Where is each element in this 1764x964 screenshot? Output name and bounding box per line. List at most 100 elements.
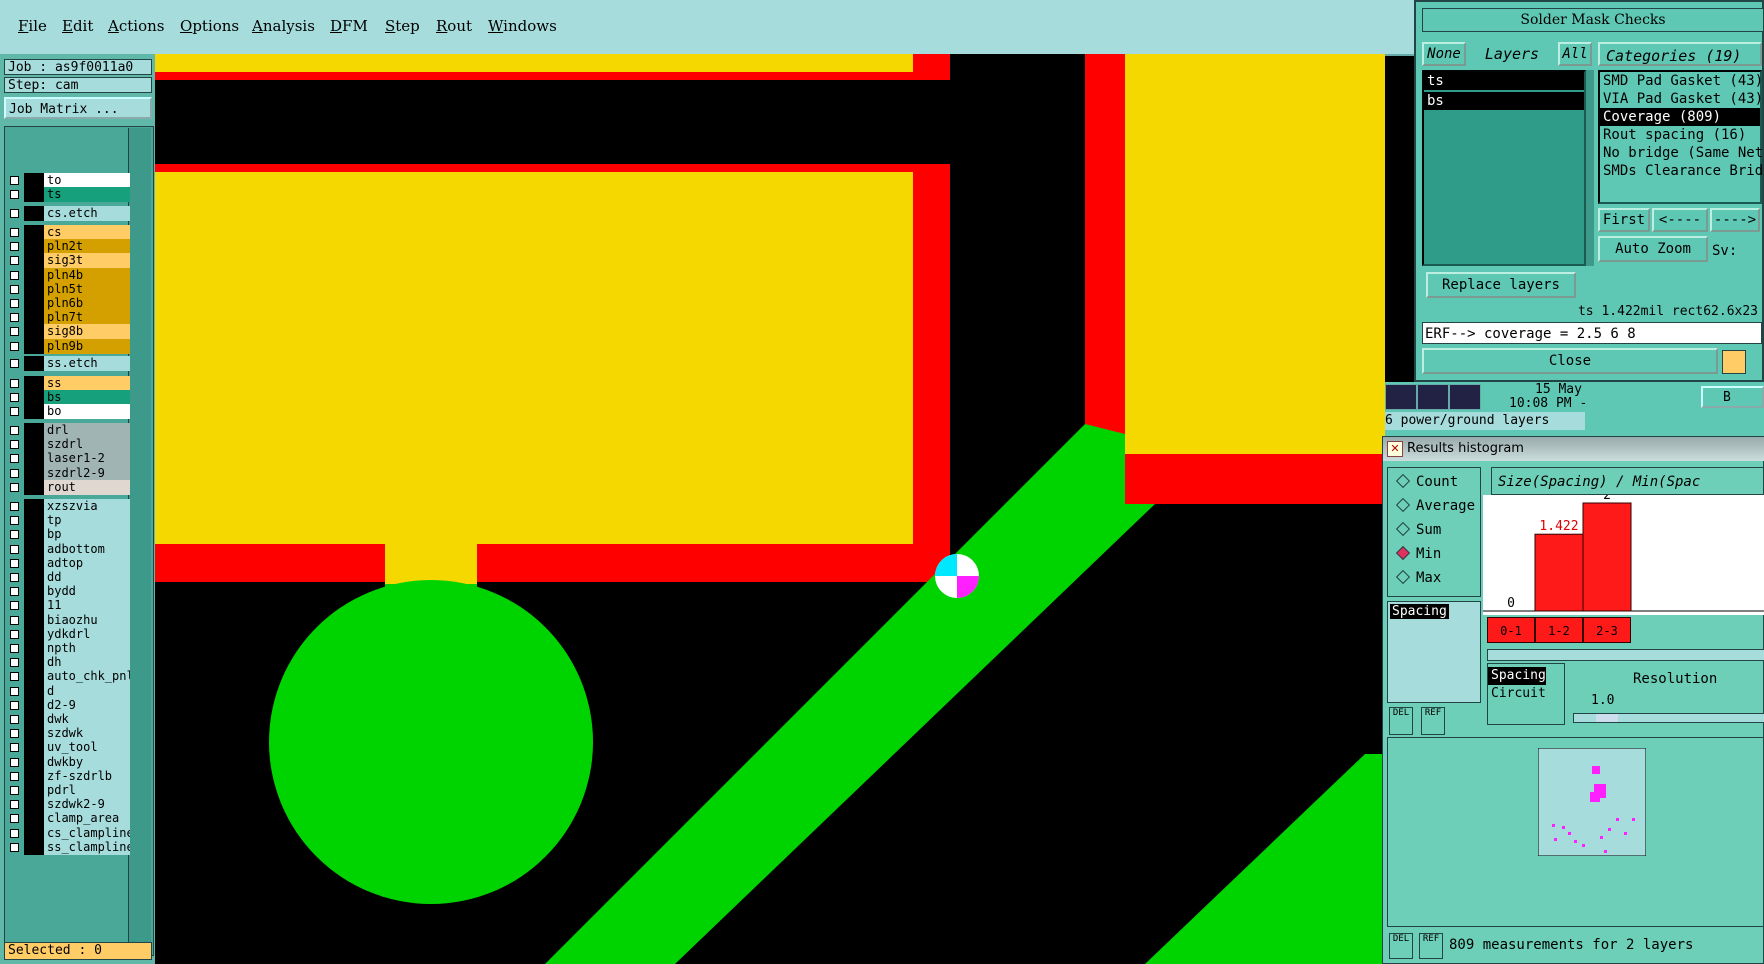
layer-row-pdrl[interactable]: pdrl [6,783,130,798]
none-button[interactable]: None [1422,42,1466,66]
layer-checkbox[interactable] [10,284,19,294]
menu-rout[interactable]: Rout [436,17,472,35]
replace-layers-dropdown[interactable]: Replace layers [1426,272,1576,298]
layer-row-pln5t[interactable]: pln5t [6,281,130,297]
layer-checkbox[interactable] [10,686,19,696]
layer-color-swatch[interactable] [24,404,44,420]
layer-row-dh[interactable]: dh [6,655,130,671]
layer-checkbox[interactable] [10,209,19,218]
layer-color-swatch[interactable] [24,697,44,713]
resolution-slider[interactable] [1573,713,1764,723]
layer-color-swatch[interactable] [24,324,44,340]
layers-list[interactable]: ts bs [1422,70,1586,266]
layer-checkbox[interactable] [10,393,19,403]
ref-button[interactable]: REF [1421,707,1445,735]
layer-row-szdrl2-9[interactable]: szdrl2-9 [6,465,130,481]
pcb-graphic-view[interactable] [155,54,1385,964]
layer-color-swatch[interactable] [24,206,44,221]
histogram-bar[interactable] [1582,502,1632,612]
layer-color-swatch[interactable] [24,754,44,770]
mode-max[interactable]: Max [1395,569,1441,586]
menu-actions[interactable]: Actions [108,17,164,35]
layer-row-pln7t[interactable]: pln7t [6,310,130,326]
layer-checkbox[interactable] [10,544,19,554]
layer-row-xzszvia[interactable]: xzszvia [6,499,130,514]
layer-checkbox[interactable] [10,379,19,388]
category-item[interactable]: No bridge (Same Net [1600,144,1763,162]
layer-list-scrollbar[interactable] [128,128,151,952]
mode-average[interactable]: Average [1395,497,1475,514]
axis-circuit[interactable]: Circuit [1488,685,1564,703]
layer-row-bp[interactable]: bp [6,527,130,543]
layer-color-swatch[interactable] [24,839,44,855]
erf-field[interactable]: ERF--> coverage = 2.5 6 8 [1422,322,1762,344]
layer-checkbox[interactable] [10,454,19,464]
layer-row-biaozhu[interactable]: biaozhu [6,612,130,628]
histogram-bar[interactable] [1534,533,1584,612]
layer-checkbox[interactable] [10,842,19,852]
layer-color-swatch[interactable] [24,451,44,467]
axis-spacing[interactable]: Spacing [1488,667,1546,685]
overview-map[interactable] [1538,748,1646,856]
layer-row-auto_chk_pnl[interactable]: auto_chk_pnl [6,669,130,685]
layer-row-ss_clampline[interactable]: ss_clampline [6,839,130,855]
mode-min[interactable]: Min [1395,545,1441,562]
layer-color-swatch[interactable] [24,712,44,727]
layer-checkbox[interactable] [10,482,19,492]
layer-row-ts[interactable]: ts [6,187,130,203]
layer-color-swatch[interactable] [24,626,44,642]
layer-row-pln6b[interactable]: pln6b [6,296,130,311]
layer-checkbox[interactable] [10,800,19,810]
slider-thumb[interactable] [1596,714,1618,722]
layer-color-swatch[interactable] [24,811,44,827]
layer-checkbox[interactable] [10,573,19,582]
layer-color-swatch[interactable] [24,479,44,495]
category-item-selected[interactable]: Coverage (809) [1600,108,1760,126]
del-button[interactable]: DEL [1389,707,1413,735]
layer-row-uv_tool[interactable]: uv_tool [6,740,130,756]
layer-row-pln4b[interactable]: pln4b [6,267,130,283]
layer-checkbox[interactable] [10,757,19,767]
all-button[interactable]: All [1558,42,1592,66]
layer-row-clamp_area[interactable]: clamp_area [6,811,130,827]
layer-color-swatch[interactable] [24,253,44,269]
category-item[interactable]: SMDs Clearance Brid [1600,162,1763,180]
layer-color-swatch[interactable] [24,598,44,614]
menu-analysis[interactable]: Analysis [252,17,315,35]
close-button[interactable]: Close [1422,348,1718,374]
layer-row-drl[interactable]: drl [6,423,130,438]
layer-color-swatch[interactable] [24,612,44,628]
layer-row-bo[interactable]: bo [6,404,130,420]
layer-color-swatch[interactable] [24,499,44,514]
layer-row-bs[interactable]: bs [6,390,130,406]
menu-step[interactable]: Step [385,17,420,35]
layer-row-pln9b[interactable]: pln9b [6,338,130,354]
layer-color-swatch[interactable] [24,173,44,188]
categories-list[interactable]: SMD Pad Gasket (43) VIA Pad Gasket (43) … [1598,70,1763,204]
layer-color-swatch[interactable] [24,310,44,326]
layer-checkbox[interactable] [10,558,19,568]
del-button-footer[interactable]: DEL [1389,933,1413,959]
lock-icon[interactable] [1722,350,1746,374]
job-matrix-button[interactable]: Job Matrix ... [4,97,152,119]
prev-button[interactable]: <---- [1652,208,1708,232]
layer-row-npth[interactable]: npth [6,641,130,656]
layer-row-dd[interactable]: dd [6,570,130,585]
layer-color-swatch[interactable] [24,655,44,671]
layer-checkbox[interactable] [10,502,19,511]
layer-checkbox[interactable] [10,270,19,280]
field-list[interactable]: Spacing [1387,601,1481,703]
layer-color-swatch[interactable] [24,437,44,453]
layer-row-sig3t[interactable]: sig3t [6,253,130,269]
layer-checkbox[interactable] [10,341,19,351]
layer-checkbox[interactable] [10,828,19,838]
layer-checkbox[interactable] [10,242,19,252]
layer-row-cs[interactable]: cs [6,225,130,240]
layer-row-cs.etch[interactable]: cs.etch [6,206,130,221]
layer-row-szdwk[interactable]: szdwk [6,726,130,742]
category-item[interactable]: VIA Pad Gasket (43) [1600,90,1763,108]
layer-checkbox[interactable] [10,715,19,724]
layer-checkbox[interactable] [10,700,19,710]
layer-checkbox[interactable] [10,426,19,435]
layer-row-dwk[interactable]: dwk [6,712,130,727]
